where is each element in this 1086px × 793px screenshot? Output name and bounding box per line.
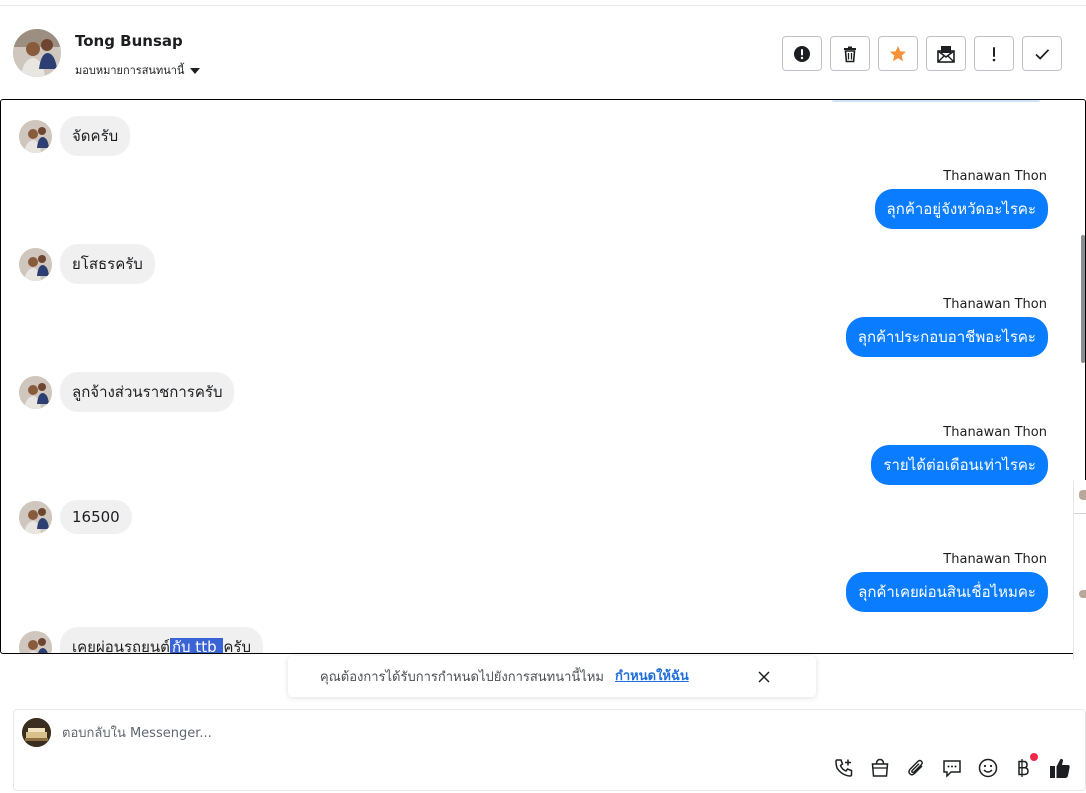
- message-bubble[interactable]: เคยผ่อนรถยนต์ กับ ttb ครับ: [60, 627, 263, 654]
- contact-avatar-small: [19, 119, 52, 153]
- attach-button[interactable]: [904, 756, 928, 780]
- caret-down-icon: [190, 67, 201, 74]
- follow-up-button[interactable]: [974, 36, 1014, 71]
- contact-avatar[interactable]: [13, 29, 61, 77]
- close-toast-button[interactable]: [754, 667, 774, 687]
- message-bubble[interactable]: ลุกค้าประกอบอาชีพอะไรคะ: [845, 317, 1048, 357]
- reply-input[interactable]: [62, 722, 762, 744]
- mark-spam-button[interactable]: [782, 36, 822, 71]
- outgoing-message: Thanawan Thon รายได้ต่อเดือนเท่าไรคะ: [871, 425, 1048, 485]
- divider: [1074, 513, 1086, 514]
- message-text: เคยผ่อนรถยนต์: [72, 638, 170, 654]
- delete-button[interactable]: [830, 36, 870, 71]
- message-bubble[interactable]: ยโสธรครับ: [60, 244, 155, 284]
- star-icon: [890, 45, 906, 61]
- message-bubble[interactable]: ลุกค้าเคยผ่อนสินเชื่อไหมคะ: [846, 572, 1048, 612]
- scrollbar-thumb[interactable]: [1081, 235, 1085, 363]
- mark-unread-button[interactable]: [926, 36, 966, 71]
- assign-to-me-link[interactable]: กำหนดให้ฉัน: [615, 665, 689, 686]
- outgoing-message: Thanawan Thon ลุกค้าอยู่จังหวัดอะไรคะ: [874, 169, 1048, 229]
- page-avatar: [22, 718, 51, 747]
- call-button[interactable]: [832, 756, 856, 780]
- avatar: [1079, 490, 1086, 500]
- saved-reply-icon: [943, 760, 961, 778]
- avatar: [1079, 590, 1086, 598]
- message-bubble[interactable]: รายได้ต่อเดือนเท่าไรคะ: [871, 445, 1048, 485]
- outgoing-message: Thanawan Thon ลุกค้าเคยผ่อนสินเชื่อไหมคะ: [846, 552, 1048, 612]
- star-button[interactable]: [878, 36, 918, 71]
- thumbs-up-icon: [1050, 758, 1070, 778]
- contact-avatar-small: [19, 247, 52, 281]
- exclamation-icon: [992, 46, 996, 61]
- contact-avatar-small: [19, 500, 52, 534]
- checkmark-icon: [1035, 48, 1050, 60]
- message-text: ครับ: [223, 638, 251, 654]
- payment-button[interactable]: [1012, 753, 1038, 780]
- sender-name: Thanawan Thon: [943, 425, 1047, 440]
- trash-icon: [844, 46, 856, 62]
- incoming-message: ยโสธรครับ: [19, 244, 155, 284]
- emoji-icon: [978, 758, 998, 778]
- incoming-message: จัดครับ: [19, 116, 131, 156]
- alert-circle-icon: [794, 45, 810, 62]
- messenger-conversation-panel: Tong Bunsap มอบหมายการสนทนานี้ จัดครับ T…: [0, 0, 1086, 793]
- reply-composer: [13, 709, 1086, 791]
- contact-avatar-small: [19, 375, 52, 409]
- notification-dot: [1030, 753, 1038, 761]
- message-bubble[interactable]: จัดครับ: [60, 116, 131, 156]
- selected-text: กับ ttb: [169, 638, 224, 654]
- conversation-actions: [782, 36, 1062, 71]
- saved-replies-button[interactable]: [940, 756, 964, 780]
- sender-name: Thanawan Thon: [943, 552, 1047, 567]
- phone-plus-icon: [835, 759, 853, 777]
- sender-name: Thanawan Thon: [943, 297, 1047, 312]
- close-icon: [758, 671, 770, 683]
- incoming-message: เคยผ่อนรถยนต์ กับ ttb ครับ: [19, 627, 263, 654]
- paperclip-icon: [908, 759, 923, 776]
- incoming-message: ลูกจ้างส่วนราชการครับ: [19, 372, 235, 412]
- shop-button[interactable]: [868, 756, 892, 780]
- contact-name: Tong Bunsap: [75, 32, 183, 50]
- outgoing-message: Thanawan Thon ลุกค้าประกอบอาชีพอะไรคะ: [845, 297, 1048, 357]
- assign-prompt-toast: คุณต้องการได้รับการกำหนดไปยังการสนทนานี้…: [288, 656, 816, 697]
- partial-message-bubble: [831, 100, 1041, 102]
- conversation-header: Tong Bunsap มอบหมายการสนทนานี้: [0, 5, 1086, 100]
- message-bubble[interactable]: ลุกค้าอยู่จังหวัดอะไรคะ: [874, 189, 1048, 229]
- shopping-bag-icon: [871, 758, 889, 777]
- assign-prompt-text: คุณต้องการได้รับการกำหนดไปยังการสนทนานี้…: [320, 670, 604, 685]
- mark-unread-icon: [937, 45, 955, 63]
- assign-conversation-dropdown[interactable]: มอบหมายการสนทนานี้: [75, 61, 201, 79]
- adjacent-panel-edge: [1073, 480, 1086, 660]
- sender-name: Thanawan Thon: [943, 169, 1047, 184]
- message-bubble[interactable]: ลูกจ้างส่วนราชการครับ: [60, 372, 235, 412]
- incoming-message: 16500: [19, 500, 132, 534]
- done-button[interactable]: [1022, 36, 1062, 71]
- assign-label: มอบหมายการสนทนานี้: [75, 64, 185, 77]
- composer-toolbar: [832, 753, 1072, 780]
- contact-avatar-small: [19, 630, 52, 653]
- like-button[interactable]: [1048, 756, 1072, 780]
- message-list[interactable]: จัดครับ Thanawan Thon ลุกค้าอยู่จังหวัดอ…: [0, 99, 1086, 654]
- message-bubble[interactable]: 16500: [60, 500, 132, 534]
- emoji-button[interactable]: [976, 756, 1000, 780]
